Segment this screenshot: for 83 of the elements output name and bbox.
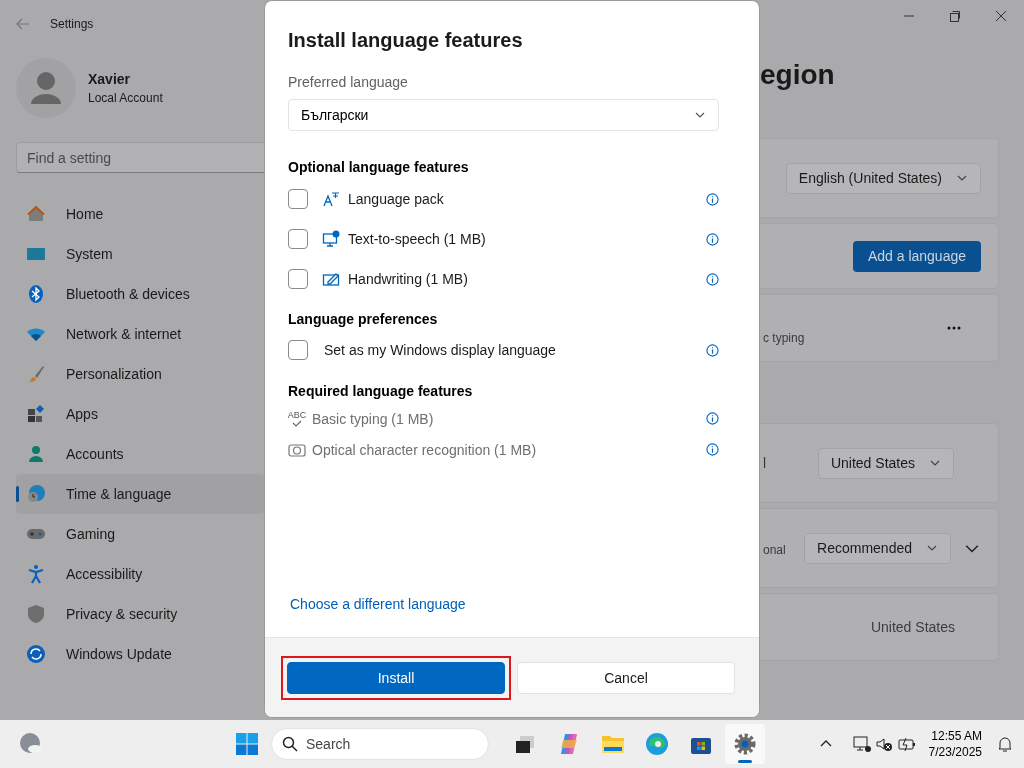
nav-item[interactable]: Network & internet [16, 314, 264, 354]
setting-label: l [763, 455, 767, 471]
gear-icon[interactable] [725, 724, 765, 764]
nav-item[interactable]: Time & language [16, 474, 264, 514]
notification-bell-icon[interactable] [996, 735, 1014, 753]
nav-label: Network & internet [66, 326, 182, 342]
nav-label: Gaming [66, 526, 116, 542]
nav-item[interactable]: Accessibility [16, 554, 264, 594]
nav-item[interactable]: Gaming [16, 514, 264, 554]
page-title: egion [760, 59, 835, 90]
speech-monitor-icon [322, 230, 340, 248]
setting-value: United States [870, 619, 955, 635]
shield-icon [26, 604, 46, 624]
nav-label: Windows Update [66, 646, 172, 662]
avatar-icon [16, 58, 76, 118]
field-label: Preferred language [288, 74, 409, 90]
checkbox[interactable] [288, 189, 308, 209]
nav-label: Apps [66, 406, 98, 422]
apps-icon [26, 404, 46, 424]
setting-description: onal [763, 543, 786, 557]
info-icon[interactable] [706, 343, 719, 357]
feature-label: Basic typing (1 MB) [312, 410, 434, 427]
globe-clock-icon [26, 484, 46, 504]
section-heading: Optional language features [288, 159, 470, 175]
taskbar-search-box[interactable]: Search [271, 728, 489, 760]
different-language-link[interactable]: Choose a different language [288, 596, 466, 612]
nav-label: Accounts [66, 446, 124, 462]
user-name: Xavier [88, 71, 132, 87]
search-icon [282, 736, 298, 752]
bluetooth-icon [26, 284, 46, 304]
checkbox-label: Text-to-speech (1 MB) [348, 231, 486, 247]
speaker-muted-icon[interactable] [874, 735, 893, 753]
window-title: Settings [50, 17, 94, 31]
letter-a-icon [322, 190, 340, 208]
nav-item[interactable]: Personalization [16, 354, 264, 394]
search-placeholder: Search [306, 736, 351, 752]
checkbox[interactable] [288, 340, 308, 360]
info-icon[interactable] [706, 192, 719, 206]
add-language-button[interactable]: Add a language [852, 240, 981, 272]
home-icon [26, 204, 46, 224]
section-heading: Required language features [288, 383, 474, 399]
nav-label: Personalization [66, 366, 162, 382]
info-icon[interactable] [706, 412, 719, 425]
nav-item[interactable]: Home [16, 194, 264, 234]
cancel-button[interactable]: Cancel [517, 661, 735, 694]
nav-label: Home [66, 206, 104, 222]
more-icon[interactable] [947, 326, 961, 330]
dropdown[interactable]: Recommended [804, 532, 951, 564]
info-icon[interactable] [706, 232, 719, 246]
section-heading: Language preferences [288, 311, 439, 327]
network-icon[interactable] [852, 735, 871, 753]
nav-item[interactable]: Windows Update [16, 634, 264, 674]
nav-label: Time & language [66, 486, 172, 502]
language-dropdown[interactable]: Български [288, 99, 719, 131]
nav-item[interactable]: Accounts [16, 434, 264, 474]
clock-date[interactable]: 7/23/2025 [928, 744, 982, 760]
feature-label: Optical character recognition (1 MB) [312, 441, 537, 458]
checkbox-label: Handwriting (1 MB) [348, 271, 468, 287]
dialog-title: Install language features [288, 29, 524, 52]
install-button[interactable]: Install [287, 661, 505, 694]
nav-label: Privacy & security [66, 606, 178, 622]
nav-item[interactable]: Bluetooth & devices [16, 274, 264, 314]
clock-time[interactable]: 12:55 AM [931, 728, 982, 744]
nav-label: System [66, 246, 113, 262]
info-icon[interactable] [706, 272, 719, 286]
dropdown[interactable]: English (United States) [785, 162, 981, 194]
setting-description: c typing [763, 331, 805, 345]
person-icon [26, 444, 46, 464]
nav-label: Accessibility [66, 566, 143, 582]
nav-item[interactable]: Privacy & security [16, 594, 264, 634]
dropdown[interactable]: United States [817, 447, 954, 479]
checkbox-label: Language pack [348, 191, 444, 207]
info-icon[interactable] [706, 443, 719, 456]
nav-item[interactable]: System [16, 234, 264, 274]
nav-item[interactable]: Apps [16, 394, 264, 434]
account-type: Local Account [88, 91, 163, 105]
battery-icon[interactable] [896, 735, 917, 753]
nav-label: Bluetooth & devices [66, 286, 190, 302]
checkbox[interactable] [288, 269, 308, 289]
sync-icon [26, 644, 46, 664]
accessibility-icon [26, 564, 46, 584]
checkbox[interactable] [288, 229, 308, 249]
checkbox-label: Set as my Windows display language [324, 342, 556, 358]
